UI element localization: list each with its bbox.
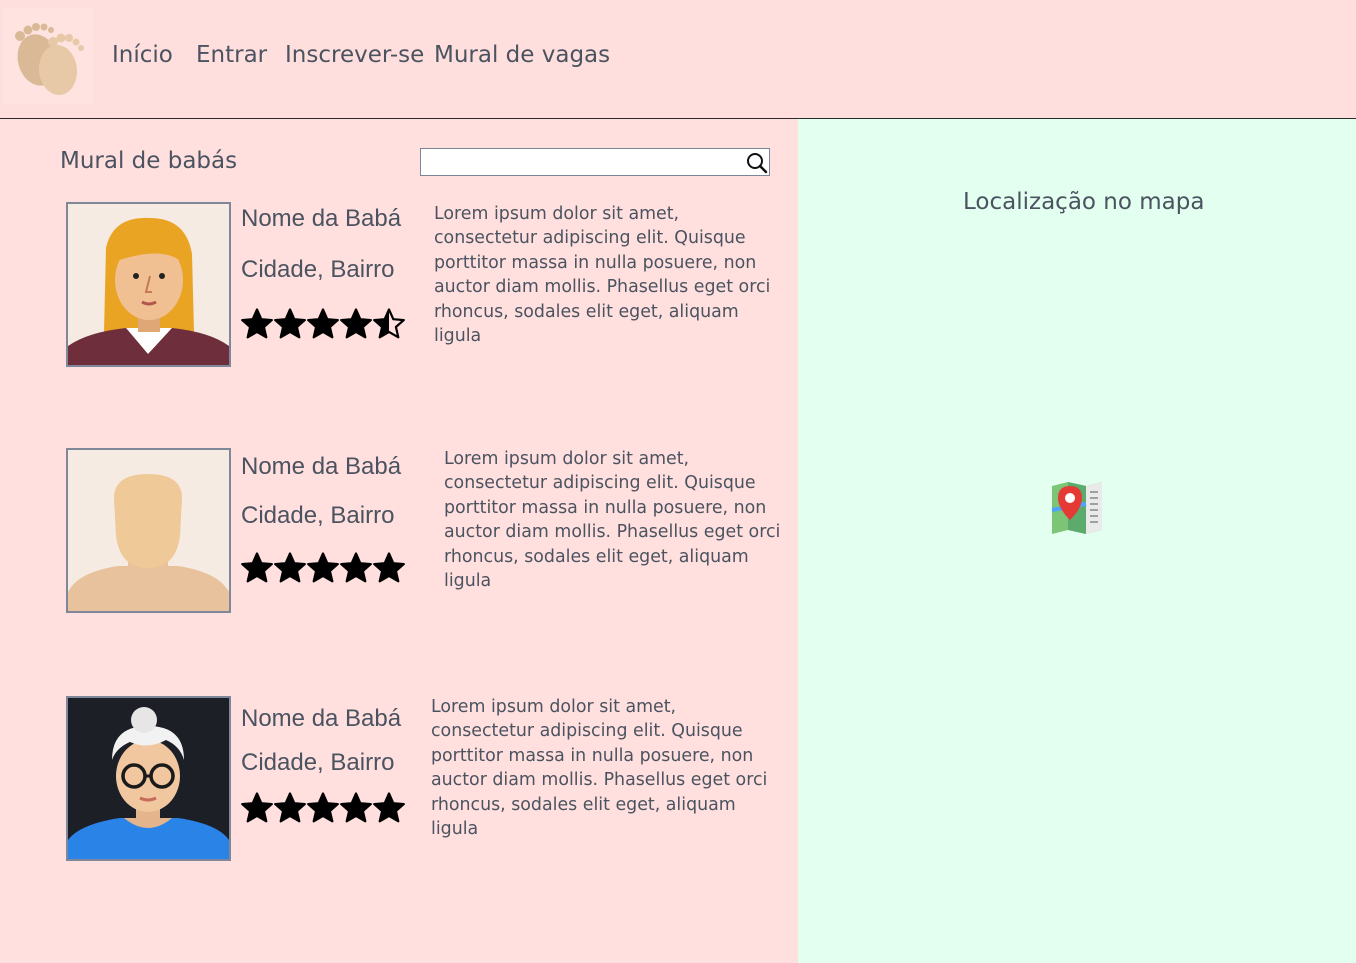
star-full-icon — [373, 552, 405, 583]
star-full-icon — [307, 308, 339, 339]
baby-feet-icon[interactable] — [2, 8, 94, 104]
star-full-icon — [307, 552, 339, 583]
nav-inicio-link[interactable]: Início — [112, 42, 173, 68]
map-pin-icon[interactable] — [1050, 480, 1104, 536]
nav-entrar-link[interactable]: Entrar — [196, 42, 267, 68]
older-woman-glasses-avatar[interactable] — [66, 696, 231, 861]
star-full-icon — [340, 308, 372, 339]
star-full-icon — [241, 792, 273, 823]
star-full-icon — [274, 552, 306, 583]
rating-stars — [241, 552, 405, 584]
nav-mural-vagas-link[interactable]: Mural de vagas — [434, 42, 610, 68]
star-full-icon — [340, 552, 372, 583]
star-full-icon — [274, 792, 306, 823]
star-full-icon — [340, 792, 372, 823]
star-full-icon — [241, 308, 273, 339]
page-title: Mural de babás — [60, 148, 238, 174]
map-title: Localização no mapa — [963, 189, 1205, 215]
nanny-location: Cidade, Bairro — [241, 502, 395, 529]
nanny-location: Cidade, Bairro — [241, 256, 395, 283]
nanny-name[interactable]: Nome da Babá — [241, 205, 401, 233]
search-input[interactable] — [423, 151, 749, 171]
rating-stars — [241, 792, 405, 824]
star-full-icon — [307, 792, 339, 823]
search-box — [420, 148, 770, 176]
nanny-description: Lorem ipsum dolor sit amet, consectetur … — [434, 204, 771, 347]
nanny-name[interactable]: Nome da Babá — [241, 705, 401, 733]
nav-inscrever-link[interactable]: Inscrever-se — [285, 42, 424, 68]
woman-orange-hair-avatar[interactable] — [66, 202, 231, 367]
star-full-icon — [241, 552, 273, 583]
rating-stars — [241, 308, 405, 340]
site-header: Início Entrar Inscrever-se Mural de vaga… — [0, 0, 1356, 119]
star-half-icon — [373, 308, 405, 339]
nanny-description: Lorem ipsum dolor sit amet, consectetur … — [431, 697, 768, 840]
search-icon[interactable] — [745, 151, 769, 175]
map-panel — [798, 119, 1356, 963]
nanny-description: Lorem ipsum dolor sit amet, consectetur … — [444, 449, 781, 592]
star-full-icon — [373, 792, 405, 823]
star-full-icon — [274, 308, 306, 339]
blank-avatar[interactable] — [66, 448, 231, 613]
nanny-location: Cidade, Bairro — [241, 749, 395, 776]
nanny-name[interactable]: Nome da Babá — [241, 453, 401, 481]
